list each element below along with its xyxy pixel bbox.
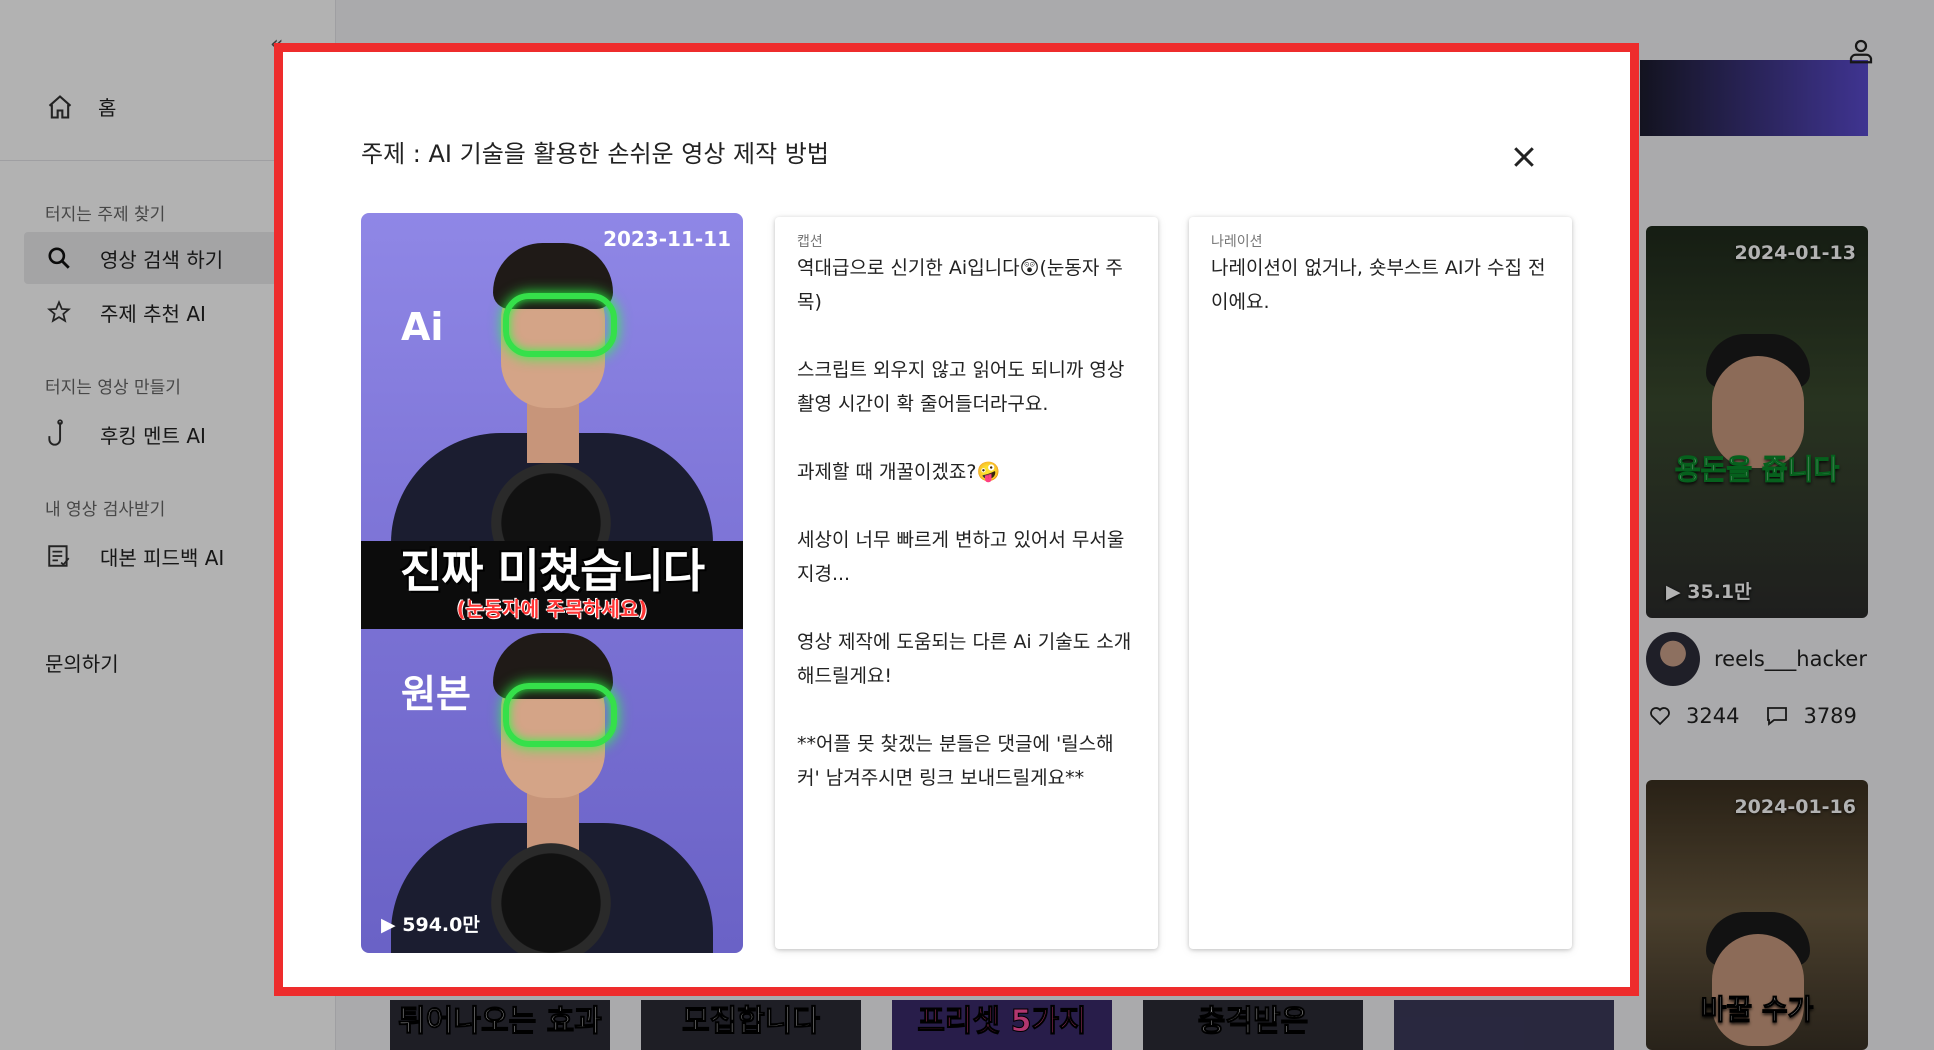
caption-text: 역대급으로 신기한 Ai입니다😲(눈동자 주목) 스크립트 외우지 않고 읽어도… (797, 251, 1136, 829)
eye-highlight (503, 683, 617, 747)
video-detail-modal: 주제 : AI 기술을 활용한 손쉬운 영상 제작 방법 2023-11-11 … (274, 43, 1639, 996)
close-icon[interactable] (1509, 142, 1539, 172)
view-count: 594.0만 (402, 914, 480, 936)
caption-label: 캡션 (797, 234, 823, 250)
video-headline: 진짜 미쳤습니다 (399, 544, 705, 598)
caption-paragraph: 과제할 때 개꿀이겠죠?🤪 (797, 461, 1001, 483)
narration-paragraph: 나레이션이 없거나, 숏부스트 AI가 수집 전이에요. (1211, 257, 1546, 313)
caption-paragraph: 영상 제작에 도움되는 다른 Ai 기술도 소개해드릴게요! (797, 631, 1132, 687)
presenter-figure (361, 603, 743, 953)
video-thumbnail[interactable]: 2023-11-11 Ai 원본 진짜 미쳤습니다 (눈동자에 주목하세요) ▶… (361, 213, 743, 953)
video-subline: (눈동자에 주목하세요) (456, 597, 648, 621)
video-date: 2023-11-11 (603, 227, 731, 251)
caption-paragraph: 세상이 너무 빠르게 변하고 있어서 무서울 지경... (797, 529, 1125, 585)
caption-paragraph: **어플 못 찾겠는 분들은 댓글에 '릴스해커' 남겨주시면 링크 보내드릴게… (797, 733, 1114, 789)
video-label-original: 원본 (401, 672, 471, 716)
presenter-figure (361, 213, 743, 563)
narration-label: 나레이션 (1211, 234, 1263, 250)
eye-highlight (503, 293, 617, 357)
caption-card: 캡션 역대급으로 신기한 Ai입니다😲(눈동자 주목) 스크립트 외우지 않고 … (775, 217, 1158, 949)
video-label-ai: Ai (401, 305, 444, 349)
modal-title: 주제 : AI 기술을 활용한 손쉬운 영상 제작 방법 (361, 140, 829, 168)
narration-text: 나레이션이 없거나, 숏부스트 AI가 수집 전이에요. (1211, 251, 1550, 353)
play-icon: ▶ (381, 914, 396, 936)
caption-paragraph: 역대급으로 신기한 Ai입니다😲(눈동자 주목) (797, 257, 1123, 313)
caption-paragraph: 스크립트 외우지 않고 읽어도 되니까 영상 촬영 시간이 확 줄어들더라구요. (797, 359, 1125, 415)
narration-card: 나레이션 나레이션이 없거나, 숏부스트 AI가 수집 전이에요. (1189, 217, 1572, 949)
video-views: ▶ 594.0만 (381, 910, 480, 937)
